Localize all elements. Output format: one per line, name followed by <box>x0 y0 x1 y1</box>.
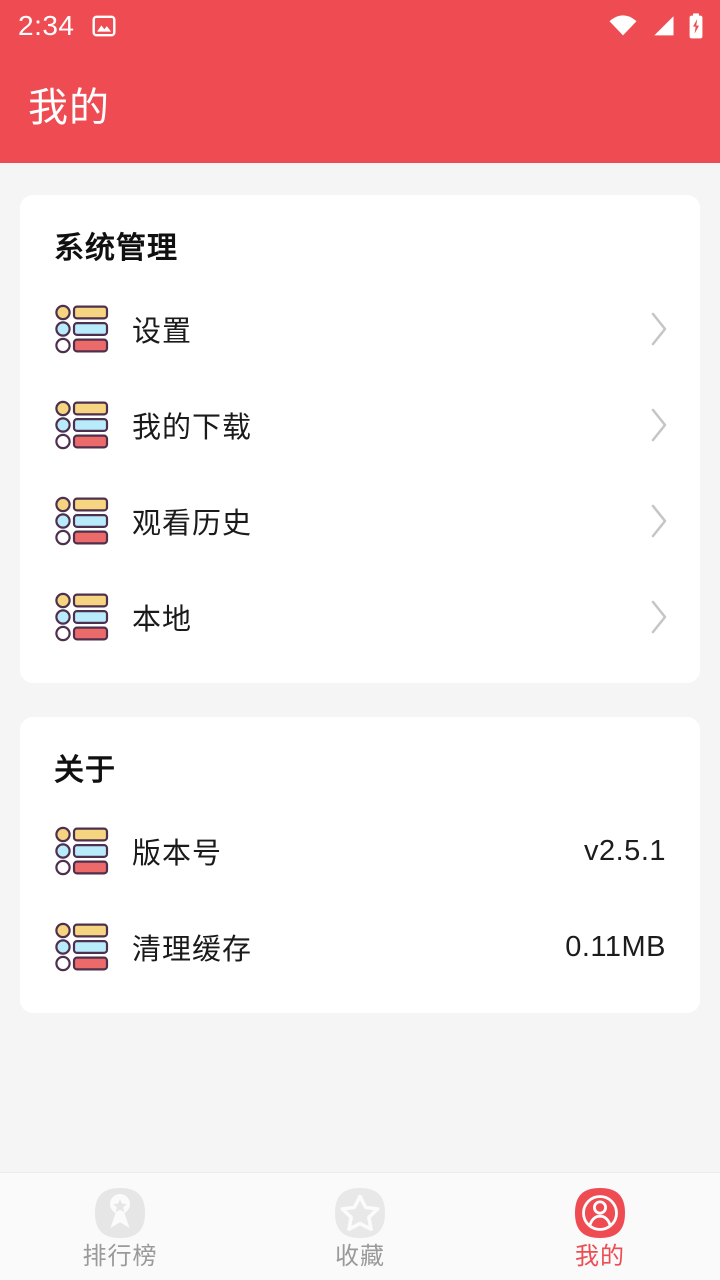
status-clock: 2:34 <box>18 10 75 41</box>
nav-tab-label: 排行榜 <box>82 1242 158 1270</box>
list-item-label: 清理缓存 <box>132 934 253 966</box>
app-root: 2:34 我的 系统管理 设置 我的下载 观看历史 本地 关于 版本号 v2.5… <box>0 0 720 1280</box>
list-item-label: 我的下载 <box>132 412 253 444</box>
version-value: v2.5.1 <box>584 834 666 867</box>
list-item-label: 观看历史 <box>132 508 253 540</box>
list-icon <box>54 921 112 973</box>
card-about: 关于 版本号 v2.5.1 清理缓存 0.11MB <box>20 717 700 1013</box>
list-item-my-downloads[interactable]: 我的下载 <box>20 377 700 473</box>
wifi-icon <box>608 14 638 38</box>
list-item-clear-cache[interactable]: 清理缓存 0.11MB <box>20 899 700 995</box>
chevron-right-icon <box>640 598 670 636</box>
card-system-management: 系统管理 设置 我的下载 观看历史 本地 <box>20 195 700 683</box>
image-icon <box>91 13 117 39</box>
list-icon <box>54 591 112 643</box>
app-bar: 我的 <box>0 52 720 163</box>
list-item-label: 本地 <box>132 604 193 636</box>
list-icon <box>54 825 112 877</box>
nav-tab-label: 我的 <box>575 1242 625 1270</box>
app-header: 2:34 我的 <box>0 0 720 163</box>
nav-tab-label: 收藏 <box>335 1242 385 1270</box>
bottom-navigation-bar: 排行榜 收藏 我的 <box>0 1172 720 1280</box>
chevron-right-icon <box>640 310 670 348</box>
list-item-watch-history[interactable]: 观看历史 <box>20 473 700 569</box>
nav-tab-ranking[interactable]: 排行榜 <box>0 1173 240 1280</box>
cellular-signal-icon <box>650 14 676 38</box>
content-scroll[interactable]: 系统管理 设置 我的下载 观看历史 本地 关于 版本号 v2.5.1 清理缓存 … <box>0 163 720 1172</box>
list-icon <box>54 399 112 451</box>
status-bar-right <box>608 13 704 39</box>
status-bar: 2:34 <box>0 0 720 52</box>
page-title: 我的 <box>28 85 110 130</box>
list-item-label: 设置 <box>132 316 193 348</box>
status-bar-left: 2:34 <box>18 12 117 40</box>
section-title: 系统管理 <box>54 232 178 265</box>
list-item-version[interactable]: 版本号 v2.5.1 <box>20 803 700 899</box>
list-icon <box>54 495 112 547</box>
list-item-local[interactable]: 本地 <box>20 569 700 665</box>
user-avatar-icon <box>572 1185 628 1241</box>
cache-size-value: 0.11MB <box>565 930 666 963</box>
nav-tab-favorites[interactable]: 收藏 <box>240 1173 480 1280</box>
list-item-settings[interactable]: 设置 <box>20 281 700 377</box>
nav-tab-mine[interactable]: 我的 <box>480 1173 720 1280</box>
list-item-label: 版本号 <box>132 838 223 870</box>
chevron-right-icon <box>640 406 670 444</box>
star-outline-icon <box>332 1185 388 1241</box>
medal-award-icon <box>92 1185 148 1241</box>
battery-charging-icon <box>688 13 704 39</box>
section-title: 关于 <box>54 754 116 787</box>
chevron-right-icon <box>640 502 670 540</box>
list-icon <box>54 303 112 355</box>
